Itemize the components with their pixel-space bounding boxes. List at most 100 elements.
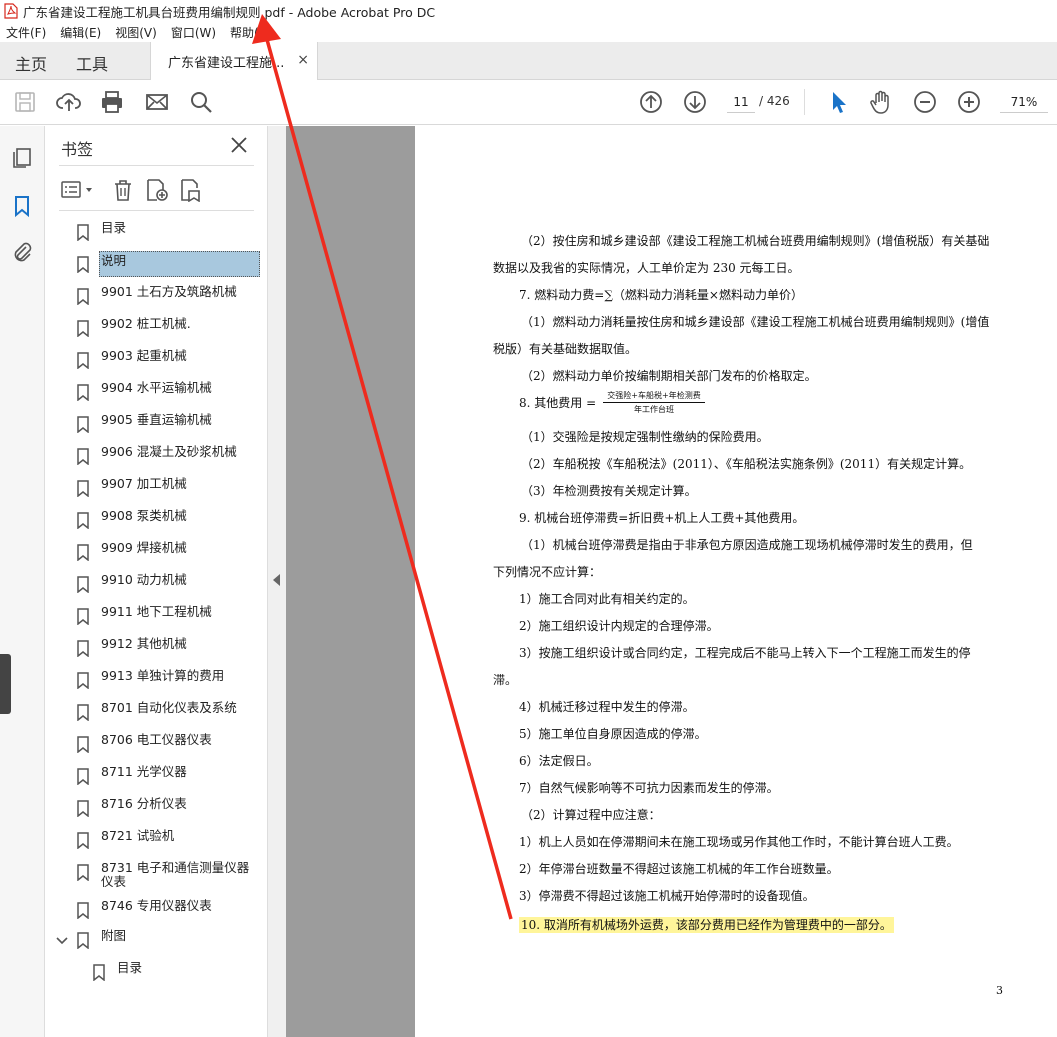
bookmarks-panel-title: 书签 xyxy=(61,140,94,159)
bookmark-item[interactable]: 8731 电子和通信测量仪器仪表 xyxy=(45,856,268,889)
bookmark-item[interactable]: 8721 试验机 xyxy=(45,824,268,854)
tab-document[interactable]: 广东省建设工程施... × xyxy=(150,42,318,80)
document-text-line: 1）施工合同对此有相关约定的。 xyxy=(519,590,695,607)
bookmark-flag-icon xyxy=(77,736,89,754)
document-text-line: 税版）有关基础数据取值。 xyxy=(493,340,637,357)
attachments-icon[interactable] xyxy=(10,240,34,264)
document-text-line: （2）按住房和城乡建设部《建设工程施工机械台班费用编制规则》(增值税版）有关基础 xyxy=(521,232,989,249)
side-handle[interactable] xyxy=(0,654,11,714)
tab-home[interactable]: 主页 xyxy=(15,51,47,75)
bookmark-item[interactable]: 说明 xyxy=(45,248,268,278)
bookmark-item[interactable]: 8746 专用仪器仪表 xyxy=(45,894,268,924)
bookmark-label: 9906 混凝土及砂浆机械 xyxy=(101,444,237,459)
bookmark-flag-icon xyxy=(77,288,89,306)
zoom-out-icon[interactable] xyxy=(912,89,938,115)
upload-cloud-icon[interactable] xyxy=(56,89,82,115)
bookmark-item[interactable]: 9913 单独计算的费用 xyxy=(45,664,268,694)
menu-file[interactable]: 文件(F) xyxy=(6,24,46,41)
panel-divider xyxy=(59,165,254,166)
close-panel-icon[interactable] xyxy=(229,135,249,155)
bookmark-item[interactable]: 目录 xyxy=(45,216,268,246)
bookmark-label: 9903 起重机械 xyxy=(101,348,187,363)
page-number-input[interactable]: 11 xyxy=(727,91,755,113)
bookmark-item[interactable]: 9907 加工机械 xyxy=(45,472,268,502)
bookmark-label: 9905 垂直运输机械 xyxy=(101,412,212,427)
page-thumbnails-icon[interactable] xyxy=(10,146,34,170)
bookmark-label: 9909 焊接机械 xyxy=(101,540,187,555)
bookmark-item[interactable]: 9906 混凝土及砂浆机械 xyxy=(45,440,268,470)
options-menu-icon[interactable] xyxy=(61,178,95,202)
bookmark-flag-icon xyxy=(77,256,89,274)
bookmark-item[interactable]: 目录 xyxy=(45,956,268,986)
line-text: 1）施工合同对此有相关约定的。 xyxy=(519,592,695,606)
bookmark-item[interactable]: 9905 垂直运输机械 xyxy=(45,408,268,438)
select-cursor-icon[interactable] xyxy=(825,89,851,115)
bookmark-label: 9901 土石方及筑路机械 xyxy=(101,284,237,299)
line-text: 下列情况不应计算： xyxy=(493,565,602,579)
document-text-line: 8. 其他费用 = xyxy=(519,394,596,411)
line-text: （2）计算过程中应注意： xyxy=(521,808,661,822)
hand-tool-icon[interactable] xyxy=(868,89,894,115)
find-bookmark-icon[interactable] xyxy=(179,178,203,202)
page-number: 3 xyxy=(996,984,1003,997)
document-text-line: 9. 机械台班停滞费=折旧费+机上人工费+其他费用。 xyxy=(519,509,804,526)
pdf-file-icon xyxy=(4,3,18,19)
save-icon[interactable] xyxy=(12,89,38,115)
delete-bookmark-icon[interactable] xyxy=(111,178,135,202)
bookmark-item[interactable]: 9910 动力机械 xyxy=(45,568,268,598)
document-text-line: 3）停滞费不得超过该施工机械开始停滞时的设备现值。 xyxy=(519,887,815,904)
bookmark-label: 9904 水平运输机械 xyxy=(101,380,212,395)
line-text: 2）施工组织设计内规定的合理停滞。 xyxy=(519,619,719,633)
bookmark-flag-icon xyxy=(77,704,89,722)
bookmark-item[interactable]: 9904 水平运输机械 xyxy=(45,376,268,406)
menu-window[interactable]: 窗口(W) xyxy=(171,24,216,41)
document-text-line: （1）燃料动力消耗量按住房和城乡建设部《建设工程施工机械台班费用编制规则》(增值 xyxy=(521,313,989,330)
bookmarks-icon[interactable] xyxy=(10,194,34,218)
menu-view[interactable]: 视图(V) xyxy=(115,24,157,41)
bookmark-item[interactable]: 8706 电工仪器仪表 xyxy=(45,728,268,758)
bookmarks-panel: 书签 目录 说明 9901 土石方及筑路机械 9902 桩工机械. 9903 起重机械 9… xyxy=(45,126,268,1037)
chevron-down-icon[interactable] xyxy=(55,934,69,945)
close-tab-icon[interactable]: × xyxy=(297,52,309,68)
bookmark-item[interactable]: 9902 桩工机械. xyxy=(45,312,268,342)
search-icon[interactable] xyxy=(188,89,214,115)
collapse-panel-handle[interactable] xyxy=(268,126,286,1037)
line-text: （1）交强险是按规定强制性缴纳的保险费用。 xyxy=(521,430,769,444)
bookmark-item[interactable]: 8711 光学仪器 xyxy=(45,760,268,790)
document-text-line: （3）年检测费按有关规定计算。 xyxy=(521,482,697,499)
document-text-line: 5）施工单位自身原因造成的停滞。 xyxy=(519,725,707,742)
bookmark-flag-icon xyxy=(77,480,89,498)
bookmark-item[interactable]: 9912 其他机械 xyxy=(45,632,268,662)
menu-edit[interactable]: 编辑(E) xyxy=(60,24,101,41)
collapse-arrow-icon[interactable] xyxy=(273,574,280,586)
bookmark-item[interactable]: 8716 分析仪表 xyxy=(45,792,268,822)
print-icon[interactable] xyxy=(99,89,125,115)
menu-help[interactable]: 帮助(H) xyxy=(230,24,272,41)
tab-tools[interactable]: 工具 xyxy=(76,51,108,75)
bookmark-item[interactable]: 9909 焊接机械 xyxy=(45,536,268,566)
bookmark-label: 9912 其他机械 xyxy=(101,636,187,651)
bookmark-item[interactable]: 9911 地下工程机械 xyxy=(45,600,268,630)
document-text-line: 滞。 xyxy=(493,671,517,688)
menu-bar: 文件(F) 编辑(E) 视图(V) 窗口(W) 帮助(H) xyxy=(0,22,1057,42)
bookmark-item[interactable]: 附图 xyxy=(45,924,268,954)
bookmark-item[interactable]: 9903 起重机械 xyxy=(45,344,268,374)
zoom-in-icon[interactable] xyxy=(956,89,982,115)
new-bookmark-icon[interactable] xyxy=(145,178,169,202)
bookmark-flag-icon xyxy=(77,832,89,850)
bookmark-label: 目录 xyxy=(101,220,127,235)
previous-page-icon[interactable] xyxy=(638,89,664,115)
bookmark-flag-icon xyxy=(77,352,89,370)
bookmark-label: 目录 xyxy=(117,960,143,975)
email-icon[interactable] xyxy=(144,89,170,115)
next-page-icon[interactable] xyxy=(682,89,708,115)
document-tab-label: 广东省建设工程施... xyxy=(168,55,285,71)
bookmark-item[interactable]: 9908 泵类机械 xyxy=(45,504,268,534)
bookmark-item[interactable]: 8701 自动化仪表及系统 xyxy=(45,696,268,726)
line-text: 7）自然气候影响等不可抗力因素而发生的停滞。 xyxy=(519,781,779,795)
document-text-line: （2）计算过程中应注意： xyxy=(521,806,661,823)
fraction-numerator: 交强险+车船税+年检测费 xyxy=(603,390,705,403)
toolbar: 11 / 426 71% xyxy=(0,80,1057,125)
bookmark-item[interactable]: 9901 土石方及筑路机械 xyxy=(45,280,268,310)
zoom-level-input[interactable]: 71% xyxy=(1000,91,1048,113)
